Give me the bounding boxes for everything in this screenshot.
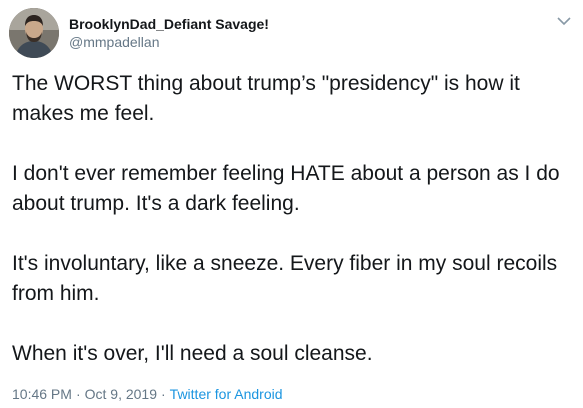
tweet-paragraph: I don't ever remember feeling HATE about…	[12, 162, 560, 215]
display-name[interactable]: BrooklynDad_Defiant Savage!	[69, 15, 269, 33]
meta-separator: ·	[75, 386, 81, 402]
tweet-date[interactable]: Oct 9, 2019	[85, 386, 157, 402]
tweet-source-link[interactable]: Twitter for Android	[170, 386, 283, 402]
author-block[interactable]: BrooklynDad_Defiant Savage! @mmpadellan	[69, 15, 269, 51]
meta-separator: ·	[161, 386, 166, 402]
chevron-down-icon[interactable]	[557, 14, 571, 26]
tweet-meta: 10:46 PM · Oct 9, 2019 · Twitter for Android	[12, 385, 283, 403]
profile-photo-icon	[9, 8, 59, 58]
tweet-paragraph: When it's over, I'll need a soul cleanse…	[12, 342, 373, 365]
tweet-paragraph: It's involuntary, like a sneeze. Every f…	[12, 252, 558, 305]
tweet: BrooklynDad_Defiant Savage! @mmpadellan …	[0, 0, 583, 408]
tweet-paragraph: The WORST thing about trump’s "presidenc…	[12, 72, 520, 125]
screen-name[interactable]: @mmpadellan	[69, 33, 269, 51]
tweet-time[interactable]: 10:46 PM	[12, 386, 72, 402]
avatar[interactable]	[9, 8, 59, 58]
tweet-text: The WORST thing about trump’s "presidenc…	[12, 69, 578, 369]
